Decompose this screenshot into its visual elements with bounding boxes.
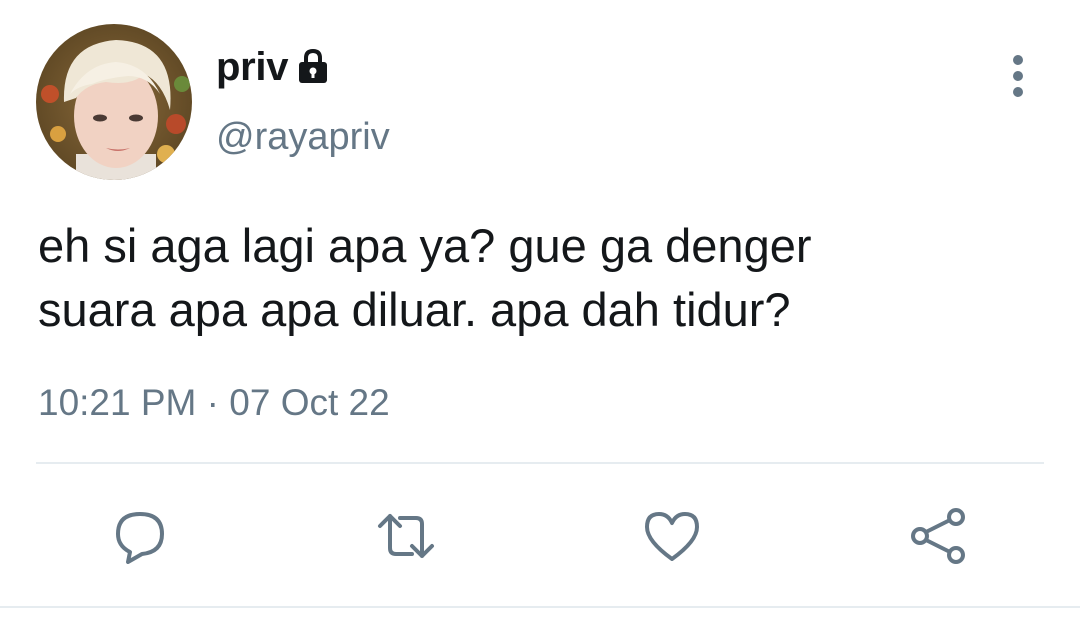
- meta-separator: ·: [206, 382, 219, 423]
- heart-icon: [645, 512, 699, 561]
- display-name-row: priv: [216, 44, 332, 90]
- reply-button[interactable]: [110, 506, 170, 566]
- lock-icon: [296, 47, 332, 87]
- share-button[interactable]: [908, 506, 968, 566]
- tweet-time: 10:21 PM: [38, 382, 197, 423]
- tweet-text: eh si aga lagi apa ya? gue ga denger sua…: [38, 214, 1018, 342]
- tweet-text-line: eh si aga lagi apa ya? gue ga denger: [38, 219, 812, 272]
- avatar[interactable]: [36, 24, 192, 180]
- retweet-button[interactable]: [376, 506, 436, 566]
- user-handle[interactable]: @rayapriv: [216, 116, 390, 159]
- bottom-divider: [0, 606, 1080, 608]
- display-name[interactable]: priv: [216, 45, 288, 90]
- tweet-card: priv @rayapriv eh si aga lagi apa ya? gu…: [0, 0, 1080, 627]
- tweet-text-line: suara apa apa diluar. apa dah tidur?: [38, 283, 791, 336]
- like-button[interactable]: [642, 506, 702, 566]
- speech-bubble-icon: [116, 512, 164, 564]
- tweet-timestamp[interactable]: 10:21 PM · 07 Oct 22: [38, 382, 390, 424]
- share-icon: [911, 508, 965, 564]
- divider: [36, 462, 1044, 464]
- more-vertical-icon: [1013, 55, 1023, 97]
- retweet-icon: [378, 514, 434, 558]
- more-options-button[interactable]: [998, 50, 1038, 102]
- profile-photo: [36, 24, 192, 180]
- tweet-date: 07 Oct 22: [229, 382, 390, 423]
